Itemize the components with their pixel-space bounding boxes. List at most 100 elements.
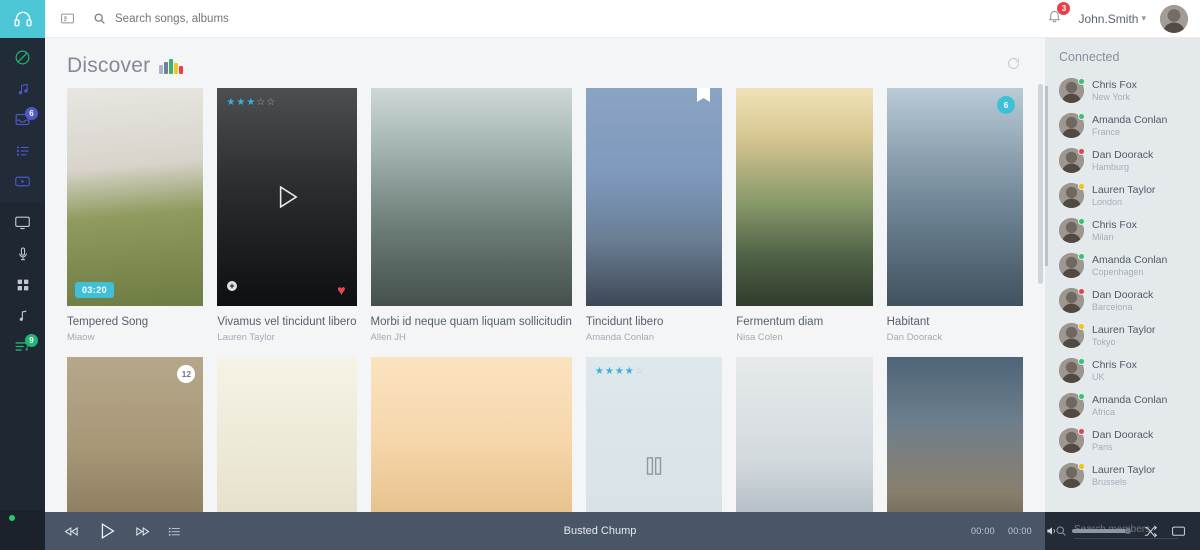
rail-item-music[interactable] [0, 73, 45, 104]
contact-item[interactable]: Chris FoxMilan [1045, 213, 1200, 248]
favorite-button[interactable]: ♥ [337, 283, 345, 297]
thumbnail-image [736, 357, 872, 512]
contact-item[interactable]: Lauren TaylorLondon [1045, 178, 1200, 213]
contact-item[interactable]: Dan DoorackBarcelona [1045, 283, 1200, 318]
media-thumbnail[interactable] [736, 88, 872, 306]
sidebar-toggle-icon [60, 11, 75, 26]
media-thumbnail[interactable]: 03:20 [67, 88, 203, 306]
media-card[interactable] [371, 357, 572, 512]
rail-item-videos[interactable] [0, 166, 45, 197]
media-thumbnail[interactable] [887, 357, 1023, 512]
contact-item[interactable]: Amanda ConlanCopenhagen [1045, 248, 1200, 283]
app-logo[interactable] [0, 0, 45, 38]
user-name-label: John.Smith [1078, 12, 1138, 26]
media-card[interactable]: Morbi id neque quam liquam sollicitudinA… [371, 88, 572, 343]
media-card[interactable] [887, 357, 1023, 512]
contact-name: Dan Doorack [1092, 149, 1153, 161]
contact-item[interactable]: Dan DoorackParis [1045, 423, 1200, 458]
media-title: Fermentum diam [736, 315, 872, 329]
rail-item-screen[interactable] [0, 207, 45, 238]
playlist-button[interactable] [167, 524, 182, 539]
media-card[interactable]: ★★★☆☆♥Vivamus vel tincidunt liberoLauren… [217, 88, 356, 343]
contact-item[interactable]: Chris FoxUK [1045, 353, 1200, 388]
rail-item-equalizer[interactable]: 9 [0, 331, 45, 362]
pause-overlay-button[interactable] [586, 357, 722, 512]
contact-item[interactable]: Lauren TaylorTokyo [1045, 318, 1200, 353]
media-thumbnail[interactable] [586, 88, 722, 306]
user-menu[interactable]: John.Smith ▾ [1078, 12, 1146, 26]
contact-location: UK [1092, 372, 1137, 382]
media-card[interactable]: 12 [67, 357, 203, 512]
volume-icon [1045, 524, 1059, 538]
media-card[interactable] [736, 357, 872, 512]
rail-item-blocked[interactable] [0, 42, 45, 73]
user-avatar[interactable] [1160, 5, 1188, 33]
media-thumbnail[interactable] [217, 357, 356, 512]
search-box[interactable] [93, 12, 375, 25]
media-card[interactable]: 6HabitantDan Doorack [887, 88, 1023, 343]
contact-location: New York [1092, 92, 1137, 102]
rail-item-radio[interactable] [0, 238, 45, 269]
notifications-button[interactable]: 3 [1045, 7, 1064, 31]
search-icon [93, 12, 106, 25]
previous-button[interactable] [63, 523, 80, 540]
media-thumbnail[interactable] [371, 357, 572, 512]
play-overlay-button[interactable] [217, 88, 356, 306]
contact-item[interactable]: Lauren TaylorBrussels [1045, 458, 1200, 493]
contact-item[interactable]: Chris FoxNew York [1045, 73, 1200, 108]
rail-group-primary: 6 [0, 38, 45, 203]
thumbnail-image [586, 88, 722, 306]
contact-avatar [1059, 393, 1084, 418]
contact-info: Lauren TaylorLondon [1092, 184, 1155, 207]
sidebar-toggle-button[interactable] [45, 11, 89, 26]
media-card[interactable]: 03:20Tempered SongMiaow [67, 88, 203, 343]
add-button[interactable] [226, 279, 238, 297]
ban-icon [14, 49, 31, 66]
contact-info: Amanda ConlanCopenhagen [1092, 254, 1167, 277]
contact-name: Chris Fox [1092, 79, 1137, 91]
contact-item[interactable]: Amanda ConlanAfrica [1045, 388, 1200, 423]
elapsed-time: 00:00 [971, 526, 995, 536]
media-thumbnail[interactable]: 12 [67, 357, 203, 512]
rail-item-apps[interactable] [0, 269, 45, 300]
contact-location: Hamburg [1092, 162, 1153, 172]
media-card[interactable]: ★★★★☆ [586, 357, 722, 512]
volume-slider[interactable] [1072, 529, 1130, 533]
media-title: Tempered Song [67, 315, 203, 329]
media-thumbnail[interactable] [736, 357, 872, 512]
search-input[interactable] [115, 13, 375, 25]
rail-item-songs[interactable] [0, 300, 45, 331]
contacts-scrollbar[interactable] [1045, 86, 1048, 266]
headphones-icon [13, 9, 33, 29]
chart-bar-3 [174, 63, 178, 74]
contact-item[interactable]: Dan DoorackHamburg [1045, 143, 1200, 178]
play-button[interactable] [96, 520, 118, 542]
media-thumbnail[interactable]: 6 [887, 88, 1023, 306]
thumbnail-image [67, 88, 203, 306]
music-note-icon [15, 81, 31, 97]
contact-name: Amanda Conlan [1092, 254, 1167, 266]
volume-button[interactable] [1045, 524, 1059, 538]
media-thumbnail[interactable]: ★★★★☆ [586, 357, 722, 512]
volume-slider-handle[interactable] [1125, 528, 1131, 534]
media-thumbnail[interactable] [371, 88, 572, 306]
rail-avatar-status-dot [9, 515, 15, 521]
contact-location: Barcelona [1092, 302, 1153, 312]
bookmark-button[interactable] [697, 88, 710, 110]
media-card[interactable] [217, 357, 356, 512]
cast-button[interactable] [1171, 524, 1186, 539]
media-title: Habitant [887, 315, 1023, 329]
rail-item-inbox[interactable]: 6 [0, 104, 45, 135]
media-card[interactable]: Fermentum diamNisa Colen [736, 88, 872, 343]
main-scrollbar[interactable] [1038, 84, 1043, 284]
media-card[interactable]: Tincidunt liberoAmanda Conlan [586, 88, 722, 343]
media-thumbnail[interactable]: ★★★☆☆♥ [217, 88, 356, 306]
shuffle-button[interactable] [1143, 524, 1158, 539]
next-button[interactable] [134, 523, 151, 540]
status-dot [1078, 148, 1085, 155]
rail-item-playlists[interactable] [0, 135, 45, 166]
contact-item[interactable]: Amanda ConlanFrance [1045, 108, 1200, 143]
refresh-button[interactable] [1006, 56, 1021, 76]
contact-avatar [1059, 358, 1084, 383]
contact-name: Amanda Conlan [1092, 394, 1167, 406]
